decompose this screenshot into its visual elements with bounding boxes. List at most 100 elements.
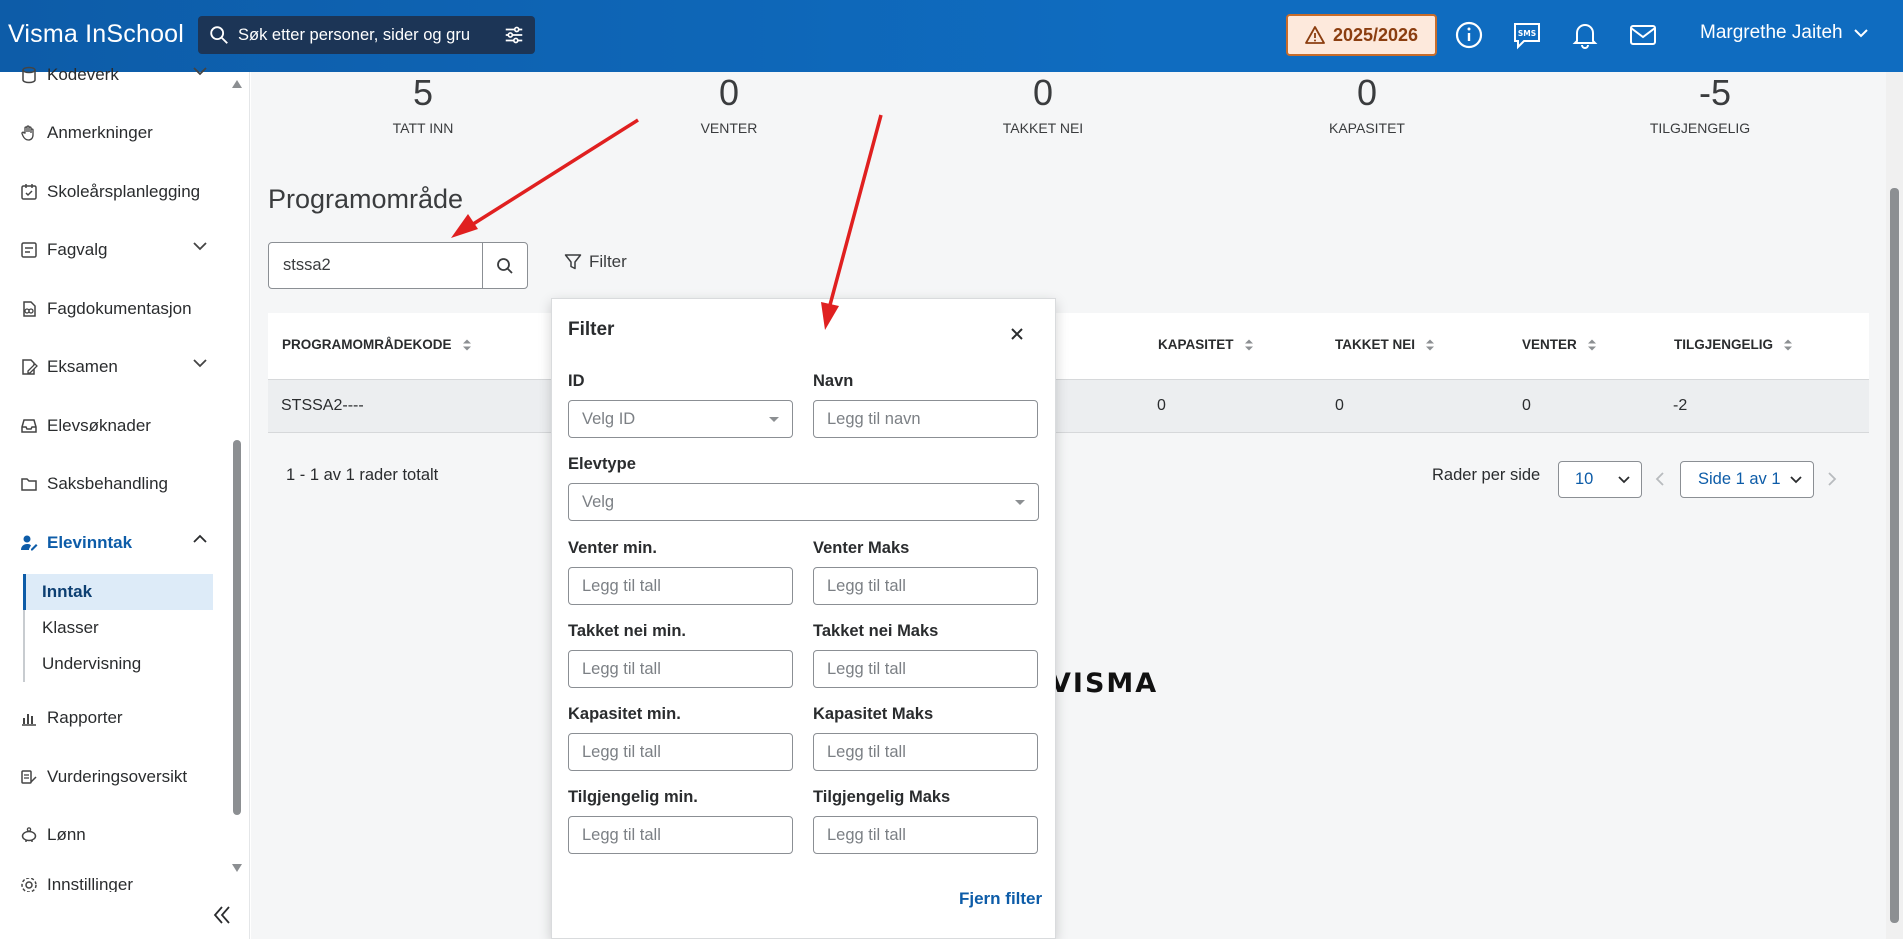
caret-down-icon bbox=[1015, 500, 1025, 505]
number-placeholder: Legg til tall bbox=[582, 825, 661, 844]
mail-icon[interactable] bbox=[1628, 20, 1658, 50]
stat-label: TATT INN bbox=[392, 120, 454, 136]
search-button[interactable] bbox=[482, 242, 528, 289]
column-header-kapasitet[interactable]: KAPASITET bbox=[1158, 337, 1254, 352]
takket-nei-min-input[interactable]: Legg til tall bbox=[568, 650, 793, 688]
sidebar-item-fagdokumentasjon[interactable]: Fagdokumentasjon bbox=[0, 294, 230, 324]
venter-max-label: Venter Maks bbox=[813, 539, 910, 557]
table-header: PROGRAMOMRÅDEKODE KAPASITET TAKKET NEI V… bbox=[268, 313, 1869, 379]
sidebar-item-skolearsplanlegging[interactable]: Skoleårsplanlegging bbox=[0, 177, 230, 207]
elevtype-placeholder: Velg bbox=[582, 492, 615, 511]
rows-per-page-select[interactable]: 10 bbox=[1558, 461, 1642, 498]
bell-icon[interactable] bbox=[1570, 20, 1600, 50]
clear-filter-link[interactable]: Fjern filter bbox=[959, 889, 1042, 909]
column-header-takket-nei[interactable]: TAKKET NEI bbox=[1335, 337, 1435, 352]
sidebar-item-rapporter[interactable]: Rapporter bbox=[0, 703, 230, 733]
global-search[interactable]: Søk etter personer, sider og gru bbox=[198, 16, 535, 54]
column-header-label: PROGRAMOMRÅDEKODE bbox=[282, 337, 452, 352]
column-header-programomradekode[interactable]: PROGRAMOMRÅDEKODE bbox=[282, 337, 472, 352]
folder-icon bbox=[21, 478, 37, 491]
sidebar-item-elevinntak[interactable]: Elevinntak bbox=[0, 528, 230, 558]
stat-kapasitet: 0 KAPASITET bbox=[1312, 72, 1422, 136]
sidebar-subitem-klasser[interactable]: Klasser bbox=[23, 610, 213, 646]
sidebar-subitem-inntak[interactable]: Inntak bbox=[23, 574, 213, 610]
stat-takket-nei: 0 TAKKET NEI bbox=[988, 72, 1098, 136]
chevron-down-icon bbox=[1618, 476, 1630, 484]
stat-value: 0 bbox=[718, 72, 740, 113]
svg-text:SMS: SMS bbox=[1518, 29, 1536, 38]
rows-per-page-value: 10 bbox=[1575, 470, 1594, 488]
sidebar-item-kodeverk[interactable]: Kodeverk bbox=[0, 60, 230, 90]
tilgjengelig-min-input[interactable]: Legg til tall bbox=[568, 816, 793, 854]
sidebar-item-label: Fagvalg bbox=[47, 240, 108, 259]
calendar-check-icon bbox=[21, 184, 37, 200]
sidebar-footer bbox=[0, 892, 230, 939]
sidebar-item-lonn[interactable]: Lønn bbox=[0, 820, 230, 850]
filter-button-label: Filter bbox=[589, 252, 627, 271]
inbox-icon bbox=[21, 419, 37, 433]
filter-panel: Filter ID Velg ID Navn Legg til navn Ele… bbox=[551, 298, 1056, 939]
sidebar-item-vurderingsoversikt[interactable]: Vurderingsoversikt bbox=[0, 762, 230, 792]
elevtype-label: Elevtype bbox=[568, 455, 636, 473]
tilgjengelig-max-input[interactable]: Legg til tall bbox=[813, 816, 1038, 854]
sidebar-subitem-undervisning[interactable]: Undervisning bbox=[23, 646, 213, 682]
sidebar-item-anmerkninger[interactable]: Anmerkninger bbox=[0, 118, 230, 148]
filter-panel-title: Filter bbox=[568, 319, 615, 340]
chevron-right-icon[interactable] bbox=[1824, 470, 1840, 488]
sidebar-item-label: Skoleårsplanlegging bbox=[47, 182, 201, 201]
id-select[interactable]: Velg ID bbox=[568, 400, 793, 438]
sidebar-item-label: Innstillinger bbox=[47, 878, 133, 892]
stat-value: -5 bbox=[1698, 72, 1731, 113]
table-row[interactable]: STSSA2---- 0 0 0 -2 bbox=[268, 379, 1869, 433]
sidebar-scrollbar-thumb[interactable] bbox=[233, 440, 241, 815]
takket-nei-max-input[interactable]: Legg til tall bbox=[813, 650, 1038, 688]
elevtype-select[interactable]: Velg bbox=[568, 483, 1039, 521]
id-placeholder: Velg ID bbox=[582, 409, 636, 428]
id-label: ID bbox=[568, 372, 585, 390]
app-root: Visma InSchool Søk etter personer, sider… bbox=[0, 0, 1903, 939]
exam-edit-icon bbox=[22, 359, 38, 375]
venter-max-input[interactable]: Legg til tall bbox=[813, 567, 1038, 605]
school-year-button[interactable]: 2025/2026 bbox=[1286, 14, 1437, 56]
filter-button[interactable]: Filter bbox=[564, 252, 627, 272]
programomrade-search-input[interactable]: stssa2 bbox=[268, 242, 483, 289]
database-icon bbox=[22, 66, 36, 84]
number-placeholder: Legg til tall bbox=[582, 576, 661, 595]
brand-title[interactable]: Visma InSchool bbox=[8, 20, 184, 49]
main-scrollbar-thumb[interactable] bbox=[1890, 188, 1899, 923]
stat-label: KAPASITET bbox=[1329, 120, 1405, 136]
kapasitet-max-input[interactable]: Legg til tall bbox=[813, 733, 1038, 771]
stat-venter: 0 VENTER bbox=[674, 72, 784, 136]
cell-tilgjengelig: -2 bbox=[1673, 397, 1688, 414]
sidebar-item-label: Vurderingsoversikt bbox=[47, 767, 188, 786]
user-menu[interactable]: Margrethe Jaiteh bbox=[1700, 22, 1869, 44]
sidebar-item-fagvalg[interactable]: Fagvalg bbox=[0, 235, 230, 265]
collapse-sidebar-icon[interactable] bbox=[210, 903, 234, 927]
sidebar-item-saksbehandling[interactable]: Saksbehandling bbox=[0, 469, 230, 499]
column-header-tilgjengelig[interactable]: TILGJENGELIG bbox=[1674, 337, 1793, 352]
stat-value: 0 bbox=[1356, 72, 1378, 113]
column-header-label: VENTER bbox=[1522, 337, 1577, 352]
close-icon[interactable] bbox=[1008, 325, 1026, 343]
chevron-left-icon[interactable] bbox=[1652, 470, 1668, 488]
sidebar-item-innstillinger[interactable]: Innstillinger bbox=[0, 878, 230, 892]
navn-input[interactable]: Legg til navn bbox=[813, 400, 1038, 438]
search-placeholder[interactable]: Søk etter personer, sider og gru bbox=[238, 26, 488, 45]
number-placeholder: Legg til tall bbox=[827, 576, 906, 595]
kapasitet-min-input[interactable]: Legg til tall bbox=[568, 733, 793, 771]
takket-nei-max-label: Takket nei Maks bbox=[813, 622, 939, 640]
sidebar-item-label: Eksamen bbox=[47, 357, 118, 376]
column-header-venter[interactable]: VENTER bbox=[1522, 337, 1597, 352]
column-header-label: KAPASITET bbox=[1158, 337, 1234, 352]
venter-min-input[interactable]: Legg til tall bbox=[568, 567, 793, 605]
sidebar-item-elevsoknader[interactable]: Elevsøknader bbox=[0, 411, 230, 441]
sms-icon[interactable]: SMS bbox=[1512, 20, 1542, 50]
search-options-icon[interactable] bbox=[503, 24, 525, 46]
sidebar-item-eksamen[interactable]: Eksamen bbox=[0, 352, 230, 382]
info-icon[interactable] bbox=[1454, 20, 1484, 50]
page-select[interactable]: Side 1 av 1 bbox=[1680, 461, 1814, 498]
column-header-label: TAKKET NEI bbox=[1335, 337, 1415, 352]
sidebar-item-label: Lønn bbox=[47, 825, 86, 844]
rows-total: 1 - 1 av 1 rader totalt bbox=[286, 466, 439, 484]
sidebar-item-label: Kodeverk bbox=[47, 65, 119, 84]
